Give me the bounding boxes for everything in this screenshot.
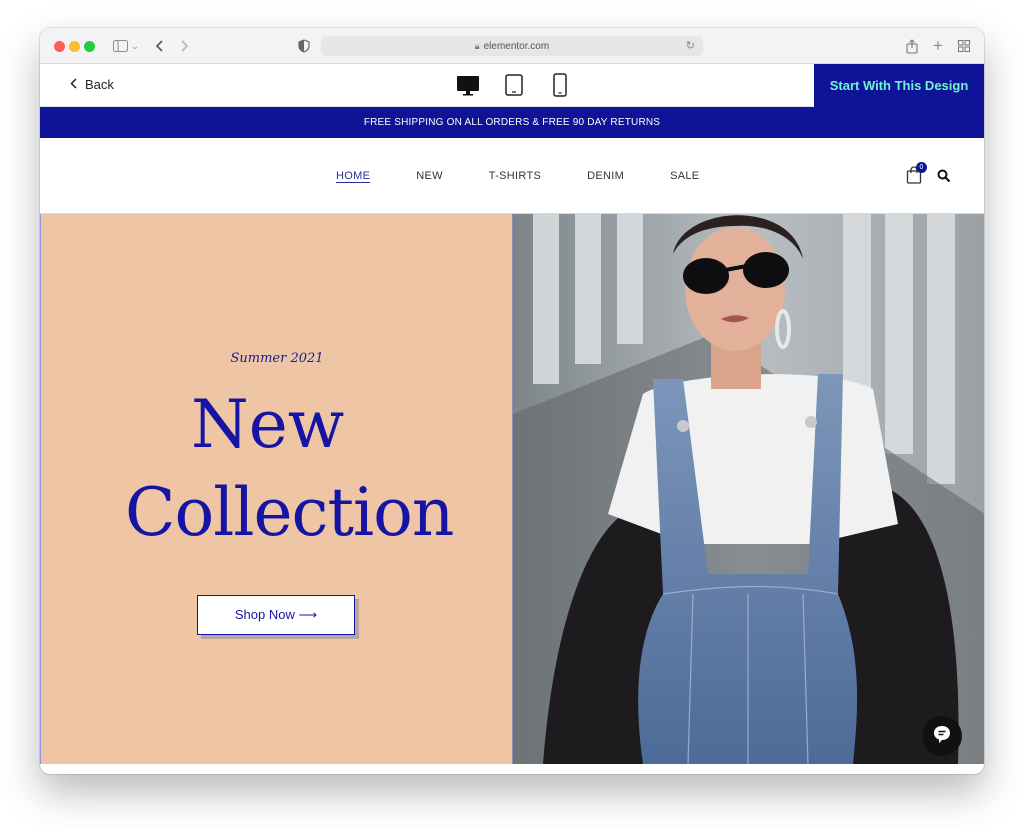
nav-item-t-shirts[interactable]: T-SHIRTS [489,170,541,182]
new-tab-icon[interactable]: + [930,36,946,56]
reload-icon[interactable]: ↻ [686,39,695,52]
address-bar[interactable]: 🔒︎ elementor.com ↻ [321,36,703,56]
nav-item-sale[interactable]: SALE [670,170,699,182]
nav-item-denim[interactable]: DENIM [587,170,624,182]
hero-text-panel: Summer 2021 New Collection Shop Now ⟶ [40,214,512,764]
nav-item-home[interactable]: HOME [336,170,370,182]
hero-eyebrow: Summer 2021 [230,351,324,366]
zoom-window-button[interactable] [84,41,95,52]
desktop-icon[interactable] [456,73,480,97]
mobile-icon[interactable] [548,73,572,97]
back-label: Back [85,76,114,92]
shop-now-button[interactable]: Shop Now ⟶ [197,595,355,635]
minimize-window-button[interactable] [69,41,80,52]
sidebar-icon[interactable] [110,36,130,56]
hero-title-line-1: New [191,386,345,463]
tab-grid-icon[interactable] [956,36,972,56]
start-with-design-button[interactable]: Start With This Design [814,64,984,107]
browser-window: ⌄ 🔒︎ elementor.com ↻ + Back Start With T… [40,28,984,774]
search-icon[interactable] [937,169,951,183]
hero-image [512,214,984,764]
back-arrow-icon[interactable] [152,36,166,56]
close-window-button[interactable] [54,41,65,52]
tablet-icon[interactable] [502,73,526,97]
browser-toolbar: ⌄ 🔒︎ elementor.com ↻ + [40,28,984,64]
cart-count-badge: 0 [916,162,927,173]
device-switcher [456,73,572,97]
chevron-down-icon[interactable]: ⌄ [130,36,140,56]
forward-arrow-icon[interactable] [178,36,192,56]
main-nav: HOME NEW T-SHIRTS DENIM SALE [336,170,699,182]
shield-icon[interactable] [296,36,312,56]
chat-widget-button[interactable] [922,716,962,756]
lock-icon: 🔒︎ [474,40,480,51]
promo-banner: FREE SHIPPING ON ALL ORDERS & FREE 90 DA… [40,107,984,138]
site-header: HOME NEW T-SHIRTS DENIM SALE 0 [40,138,984,214]
model-photo [513,214,984,764]
back-button[interactable]: Back [70,76,114,92]
chat-icon [932,724,952,749]
hero-title-line-2: Collection [125,474,454,551]
url-text: elementor.com [483,40,550,52]
chevron-left-icon [70,76,77,92]
preview-toolbar: Back Start With This Design [40,64,984,107]
share-icon[interactable] [904,36,920,56]
nav-item-new[interactable]: NEW [416,170,443,182]
